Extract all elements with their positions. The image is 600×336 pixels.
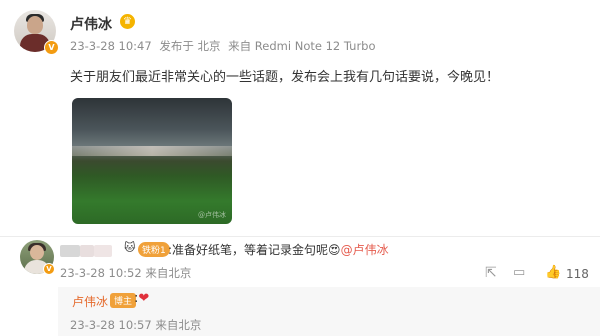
comment-mention[interactable]: @卢伟冰 (341, 243, 389, 257)
share-icon[interactable]: ⇱ (485, 265, 497, 281)
heart-icon: ❤ (138, 291, 150, 306)
comment-date: 23-3-28 10:52 (60, 266, 142, 280)
author-name[interactable]: 卢伟冰 (70, 14, 112, 34)
comment-emoji: 😍 (328, 243, 341, 257)
post-meta: 23-3-28 10:47 发布于 北京 来自 Redmi Note 12 Tu… (70, 38, 380, 54)
blogger-tag: 博主 (110, 293, 137, 308)
verified-icon: V (44, 40, 59, 55)
reply-heart: :❤ (134, 291, 149, 306)
comment-body: :准备好纸笔，等着记录金句呢 (168, 243, 329, 257)
divider (0, 236, 600, 237)
reply-meta: 23-3-28 10:57 来自北京 (70, 317, 201, 333)
comment-meta: 23-3-28 10:52 来自北京 (60, 265, 191, 281)
commenter-verified-icon: V (43, 263, 55, 275)
reply-location: 来自北京 (155, 318, 202, 332)
comment-text: :准备好纸笔，等着记录金句呢😍@卢伟冰 (168, 241, 389, 258)
crown-icon: ♛ (120, 14, 135, 29)
commenter-name-blurred[interactable] (60, 242, 124, 257)
reply-author[interactable]: 卢伟冰 (72, 293, 108, 310)
reply-date: 23-3-28 10:57 (70, 318, 152, 332)
fan-badge: 铁粉1 (138, 242, 170, 257)
comment-icon[interactable]: ▭ (513, 265, 525, 280)
post-image[interactable]: @卢伟冰 (72, 98, 232, 224)
comment-location: 来自北京 (145, 266, 192, 280)
post-location: 发布于 北京 (159, 39, 221, 53)
post-date[interactable]: 23-3-28 10:47 (70, 39, 152, 53)
post-content: 关于朋友们最近非常关心的一些话题，发布会上我有几句话要说，今晚见！ (70, 70, 500, 85)
like-icon[interactable]: 👍 (545, 265, 561, 280)
post-device: 来自 Redmi Note 12 Turbo (228, 39, 376, 53)
fan-icon: 🐱 (124, 241, 136, 254)
like-count: 118 (566, 267, 589, 281)
image-watermark: @卢伟冰 (198, 211, 226, 219)
